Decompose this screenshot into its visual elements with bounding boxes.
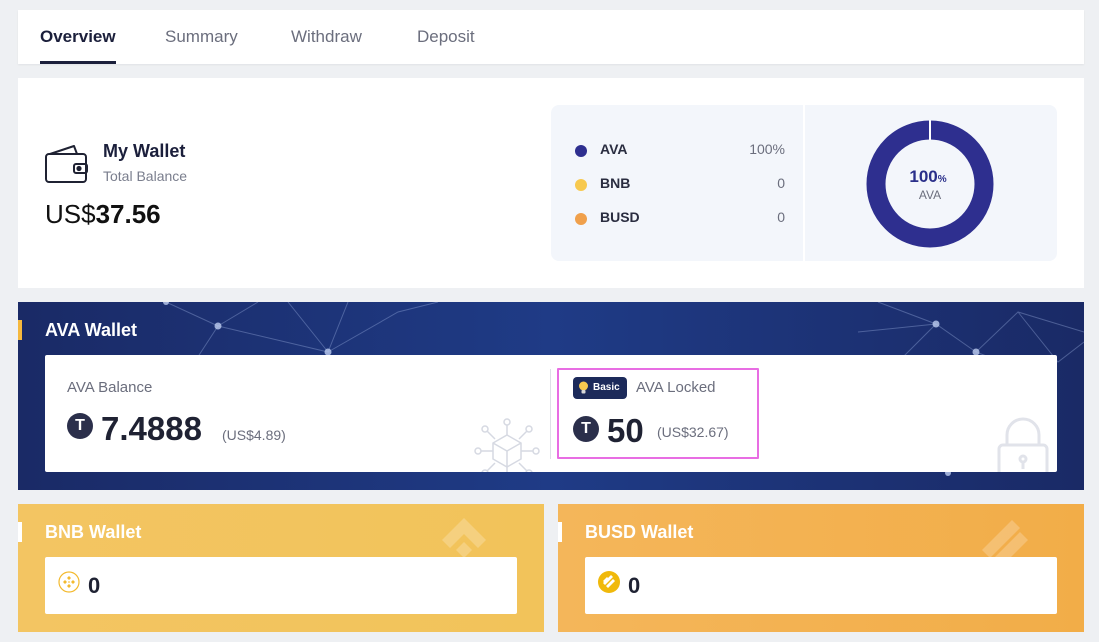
ava-balance-usd: (US$4.89) xyxy=(222,427,286,443)
accent-bar xyxy=(558,522,562,542)
ava-balance-value: 7.4888 xyxy=(101,410,202,447)
ava-locked-usd: (US$32.67) xyxy=(657,424,729,440)
legend-value: 0 xyxy=(777,175,785,191)
legend-value: 0 xyxy=(777,209,785,225)
total-balance-label: Total Balance xyxy=(103,168,188,184)
tab-withdraw[interactable]: Withdraw xyxy=(291,10,362,64)
svg-text:100%: 100% xyxy=(909,167,946,186)
ava-dot xyxy=(575,145,587,157)
legend-name: BNB xyxy=(600,175,631,191)
donut-center-unit: % xyxy=(938,174,947,185)
donut-center-value: 100 xyxy=(909,167,937,186)
busd-wallet-card: BUSD Wallet 0 xyxy=(558,504,1084,632)
bnb-balance-panel: 0 xyxy=(45,557,517,614)
tab-bar: Overview Summary Withdraw Deposit xyxy=(18,10,1084,64)
busd-dot xyxy=(575,213,587,225)
legend-value: 100% xyxy=(749,141,785,157)
bnb-coin-icon xyxy=(58,571,80,593)
total-amount: 37.56 xyxy=(95,199,161,229)
legend-item-ava: AVA 100% xyxy=(575,140,785,160)
allocation-donut-chart: 100% AVA xyxy=(866,120,994,248)
legend-item-bnb: BNB 0 xyxy=(575,174,785,194)
allocation-panel: AVA 100% BNB 0 BUSD 0 100% AVA xyxy=(551,105,1057,261)
tab-overview[interactable]: Overview xyxy=(40,10,116,64)
bnb-wallet-title: BNB Wallet xyxy=(45,522,142,542)
basic-tier-badge: Basic xyxy=(573,377,627,399)
ava-coin-icon: T xyxy=(67,413,93,439)
ava-balance-label: AVA Balance xyxy=(67,379,153,396)
my-wallet-title: My Wallet xyxy=(103,141,186,161)
legend-item-busd: BUSD 0 xyxy=(575,208,785,228)
currency-prefix: US$ xyxy=(45,199,96,229)
accent-bar xyxy=(18,522,22,542)
tab-summary[interactable]: Summary xyxy=(165,10,238,64)
wallet-icon xyxy=(45,145,88,183)
bnb-balance-value: 0 xyxy=(88,573,101,598)
lock-icon xyxy=(997,417,1049,472)
balance-divider xyxy=(550,369,551,459)
ava-balance-panel: AVA Balance T 7.4888 (US$4.89) Basic AVA… xyxy=(45,355,1057,472)
ava-coin-icon: T xyxy=(573,416,599,442)
accent-bar xyxy=(18,320,22,340)
badge-label: Basic xyxy=(593,382,620,393)
tab-deposit[interactable]: Deposit xyxy=(417,10,475,64)
bnb-wallet-card: BNB Wallet 0 xyxy=(18,504,544,632)
donut-center-label: AVA xyxy=(919,188,941,202)
busd-balance-panel: 0 xyxy=(585,557,1057,614)
ava-wallet-title: AVA Wallet xyxy=(45,320,138,340)
busd-balance-value: 0 xyxy=(628,573,641,598)
busd-wallet-title: BUSD Wallet xyxy=(585,522,694,542)
bnb-dot xyxy=(575,179,587,191)
busd-coin-icon xyxy=(598,571,620,593)
total-balance-value: US$37.56 xyxy=(45,199,161,230)
legend-name: AVA xyxy=(600,141,628,157)
overview-card: My Wallet Total Balance US$37.56 AVA 100… xyxy=(18,78,1084,288)
ava-wallet-card: AVA Wallet AVA Balance T 7.4888 (US$4.89… xyxy=(18,302,1084,490)
ava-locked-label: AVA Locked xyxy=(636,379,716,396)
legend-name: BUSD xyxy=(600,209,640,225)
ava-locked-value: 50 xyxy=(607,412,644,449)
legend-divider xyxy=(803,105,805,261)
blockchain-cube-icon xyxy=(474,418,540,472)
lightbulb-icon xyxy=(579,381,588,394)
